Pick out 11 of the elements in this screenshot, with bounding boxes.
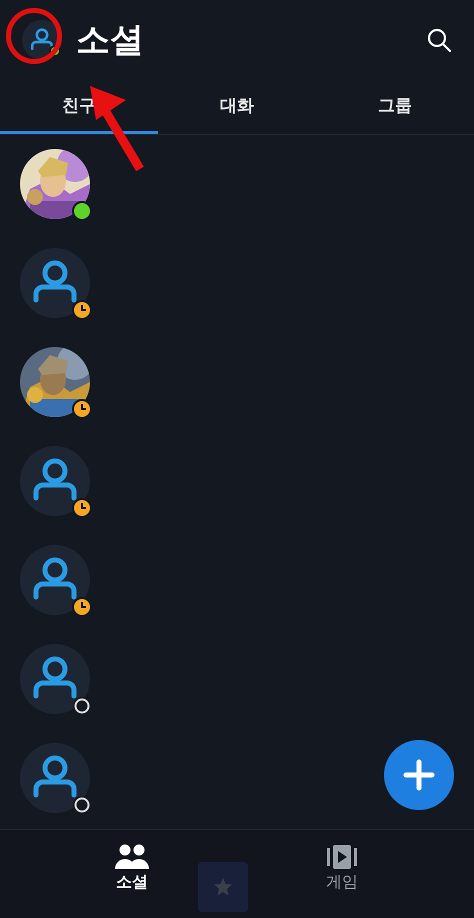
- nav-tab[interactable]: 게임: [297, 830, 387, 918]
- page-title: 소셜: [76, 19, 145, 62]
- star-icon: [213, 877, 233, 897]
- annotation-circle: [6, 8, 62, 64]
- video-play-icon: [326, 844, 358, 870]
- tab[interactable]: 대화: [158, 80, 316, 134]
- plus-icon: [403, 759, 435, 791]
- people-icon: [114, 844, 150, 870]
- nav-tab[interactable]: 소셜: [87, 830, 177, 918]
- tab[interactable]: 그룹: [316, 80, 474, 134]
- search-icon: [426, 27, 452, 53]
